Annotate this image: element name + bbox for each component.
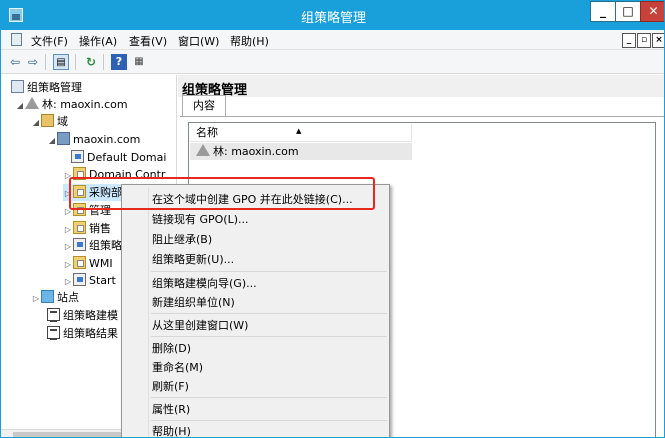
tree-domains[interactable]: ◢ 域 xyxy=(31,113,68,130)
menu-bar: 文件(F) 操作(A) 查看(V) 窗口(W) 帮助(H) xyxy=(1,30,664,50)
show-pane-icon[interactable]: ▦ xyxy=(131,54,147,70)
menu-separator xyxy=(151,397,387,398)
tree-results[interactable]: 组策略结果 xyxy=(47,325,118,342)
close-button[interactable]: ✕ xyxy=(640,1,664,22)
toolbar-separator xyxy=(75,54,76,70)
context-menu: 在这个域中创建 GPO 并在此处链接(C)... 链接现有 GPO(L)... … xyxy=(121,184,390,437)
tree-item-sales[interactable]: ▷ 销售 xyxy=(63,220,111,237)
collapse-icon[interactable]: ◢ xyxy=(31,114,41,131)
menu-item-delete[interactable]: 删除(D) xyxy=(152,340,191,356)
toolbar: ⇦ ⇨ ▤ ↻ ? ▦ xyxy=(1,50,664,74)
menu-item-properties[interactable]: 属性(R) xyxy=(152,401,190,417)
tree-item-starter[interactable]: ▷ Start xyxy=(63,272,116,289)
starter-gpo-icon xyxy=(73,273,86,286)
maximize-button[interactable]: □ xyxy=(615,1,641,22)
menu-item-block-inheritance[interactable]: 阻止继承(B) xyxy=(152,231,212,247)
gpo-folder-icon xyxy=(73,238,86,251)
collapse-icon[interactable]: ◢ xyxy=(47,132,57,149)
menu-item-gp-update[interactable]: 组策略更新(U)... xyxy=(152,251,234,267)
domain-icon xyxy=(57,132,70,145)
menu-item-new-ou[interactable]: 新建组织单位(N) xyxy=(152,294,235,310)
menu-help[interactable]: 帮助(H) xyxy=(230,33,269,49)
tree-item-gpo[interactable]: ▷ 组策略 xyxy=(63,237,122,254)
tree-item-default-domain-policy[interactable]: Default Domai xyxy=(71,149,166,166)
menu-action[interactable]: 操作(A) xyxy=(79,33,117,49)
details-header: 组策略管理 xyxy=(178,75,664,98)
menu-separator xyxy=(151,313,387,314)
tree-root[interactable]: 组策略管理 xyxy=(11,79,82,96)
menu-view[interactable]: 查看(V) xyxy=(129,33,167,49)
inner-close-button[interactable]: × xyxy=(652,33,664,48)
menu-separator xyxy=(151,420,387,421)
help-icon[interactable]: ? xyxy=(111,54,127,70)
gpm-icon xyxy=(11,80,24,93)
expand-icon[interactable]: ▷ xyxy=(63,256,73,273)
sites-icon xyxy=(41,290,54,303)
window-title: 组策略管理 xyxy=(300,11,366,26)
results-icon xyxy=(47,326,60,340)
menu-gutter xyxy=(148,187,149,437)
domains-icon xyxy=(41,114,54,127)
expand-icon[interactable]: ▷ xyxy=(63,273,73,290)
list-item[interactable]: 林: maoxin.com xyxy=(190,143,412,160)
toolbar-separator xyxy=(103,54,104,70)
toolbar-separator xyxy=(45,54,46,70)
scrollbar-thumb[interactable] xyxy=(13,432,123,437)
tab-contents[interactable]: 内容 xyxy=(182,95,226,117)
menu-item-link-existing-gpo[interactable]: 链接现有 GPO(L)... xyxy=(152,211,249,227)
refresh-icon[interactable]: ↻ xyxy=(83,54,99,70)
minimize-button[interactable]: _ xyxy=(590,1,616,22)
title-bar[interactable]: 组策略管理 _ □ ✕ xyxy=(1,1,664,30)
menu-separator xyxy=(151,271,387,272)
menu-item-new-window[interactable]: 从这里创建窗口(W) xyxy=(152,317,248,333)
app-window: 组策略管理 _ □ ✕ 文件(F) 操作(A) 查看(V) 窗口(W) 帮助(H… xyxy=(0,0,665,438)
gpo-link-icon xyxy=(71,150,84,163)
tree-domain[interactable]: ◢ maoxin.com xyxy=(47,131,140,148)
menu-window[interactable]: 窗口(W) xyxy=(178,33,219,49)
back-arrow-icon[interactable]: ⇦ xyxy=(7,54,23,70)
expand-icon[interactable]: ▷ xyxy=(63,238,73,255)
menu-item-modeling-wizard[interactable]: 组策略建模向导(G)... xyxy=(152,275,257,291)
highlight-box xyxy=(69,177,375,210)
tree-item-wmi[interactable]: ▷ WMI xyxy=(63,255,113,272)
console-tree-icon[interactable]: ▤ xyxy=(53,54,69,70)
forest-icon xyxy=(25,97,39,110)
tree-sites[interactable]: ▷ 站点 xyxy=(31,289,79,306)
menu-file[interactable]: 文件(F) xyxy=(31,33,68,49)
inner-minimize-button[interactable]: _ xyxy=(622,33,636,48)
menu-item-help[interactable]: 帮助(H) xyxy=(152,423,191,437)
sort-ascending-icon: ▲ xyxy=(296,127,302,135)
menu-item-rename[interactable]: 重命名(M) xyxy=(152,359,203,375)
tree-modeling[interactable]: 组策略建模 xyxy=(47,307,118,324)
tree-forest[interactable]: ◢ 林: maoxin.com xyxy=(15,96,128,113)
expand-icon[interactable]: ▷ xyxy=(63,221,73,238)
collapse-icon[interactable]: ◢ xyxy=(15,97,25,114)
forest-icon xyxy=(196,144,210,157)
column-header-name[interactable]: 名称 ▲ xyxy=(190,124,412,142)
document-icon xyxy=(11,33,22,46)
menu-item-refresh[interactable]: 刷新(F) xyxy=(152,378,189,394)
forward-arrow-icon[interactable]: ⇨ xyxy=(25,54,41,70)
inner-restore-button[interactable]: ▫ xyxy=(637,33,651,48)
wmi-filter-icon xyxy=(73,256,86,269)
menu-separator xyxy=(151,336,387,337)
ou-icon xyxy=(73,221,86,234)
modeling-icon xyxy=(47,308,60,322)
expand-icon[interactable]: ▷ xyxy=(31,290,41,307)
